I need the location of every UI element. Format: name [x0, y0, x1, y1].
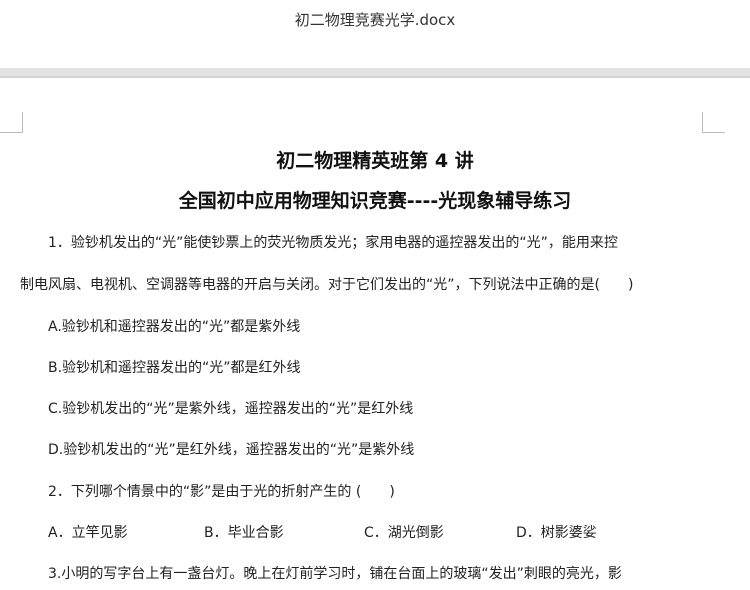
question-2-options: A．立竿见影 B．毕业合影 C．湖光倒影 D．树影婆娑	[48, 522, 698, 542]
question-3-line-1: 3.小明的写字台上有一盏台灯。晚上在灯前学习时，铺在台面上的玻璃“发出”刺眼的亮…	[48, 566, 622, 582]
question-2-text: 2．下列哪个情景中的“影”是由于光的折射产生的 ( )	[48, 484, 395, 500]
question-2-option-b: B．毕业合影	[204, 525, 284, 541]
document-heading: 初二物理精英班第 4 讲	[276, 150, 474, 172]
question-1-option-b: B.验钞机和遥控器发出的“光”都是红外线	[48, 360, 301, 376]
question-1-option-a: A.验钞机和遥控器发出的“光”都是紫外线	[48, 319, 301, 335]
document-subheading: 全国初中应用物理知识竞赛----光现象辅导练习	[178, 190, 572, 212]
margin-corner-top-right	[702, 112, 725, 133]
title-bar: 初二物理竞赛光学.docx	[0, 0, 750, 68]
question-1-option-c: C.验钞机发出的“光”是紫外线，遥控器发出的“光”是红外线	[48, 401, 414, 417]
question-2-option-d: D．树影婆娑	[516, 525, 597, 541]
question-1-option-d: D.验钞机发出的“光”是红外线，遥控器发出的“光”是紫外线	[48, 442, 415, 458]
document-page[interactable]: 初二物理精英班第 4 讲 全国初中应用物理知识竞赛----光现象辅导练习 1．验…	[0, 78, 750, 590]
page-separator	[0, 68, 750, 78]
question-1-line-1: 1．验钞机发出的“光”能使钞票上的荧光物质发光；家用电器的遥控器发出的“光”，能…	[48, 235, 618, 251]
margin-corner-top-left	[0, 112, 23, 133]
question-2-option-a: A．立竿见影	[48, 525, 128, 541]
question-2-option-c: C．湖光倒影	[364, 525, 444, 541]
document-file-name: 初二物理竞赛光学.docx	[294, 11, 456, 29]
question-1-line-2: 制电风扇、电视机、空调器等电器的开启与关闭。对于它们发出的“光”，下列说法中正确…	[20, 277, 634, 293]
